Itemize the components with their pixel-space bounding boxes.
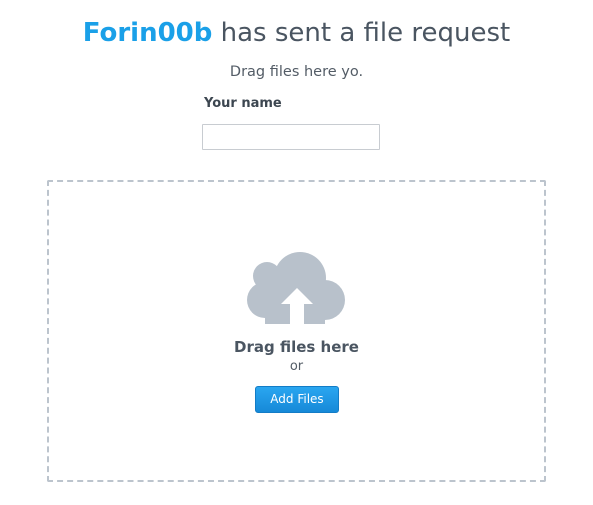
name-label: Your name — [204, 96, 282, 111]
drop-zone-title: Drag files here — [234, 338, 359, 356]
drop-zone[interactable] — [47, 180, 546, 482]
cloud-upload-icon — [247, 252, 345, 324]
page-title: Forin00b has sent a file request — [0, 18, 593, 48]
drop-zone-or: or — [289, 359, 304, 374]
sender-name: Forin00b — [82, 18, 213, 48]
page-title-suffix: has sent a file request — [212, 18, 511, 48]
file-request-page: Forin00b has sent a file request Drag fi… — [0, 0, 593, 505]
add-files-button[interactable]: Add Files — [255, 386, 339, 413]
name-input[interactable] — [202, 124, 380, 150]
request-message: Drag files here yo. — [229, 64, 364, 80]
